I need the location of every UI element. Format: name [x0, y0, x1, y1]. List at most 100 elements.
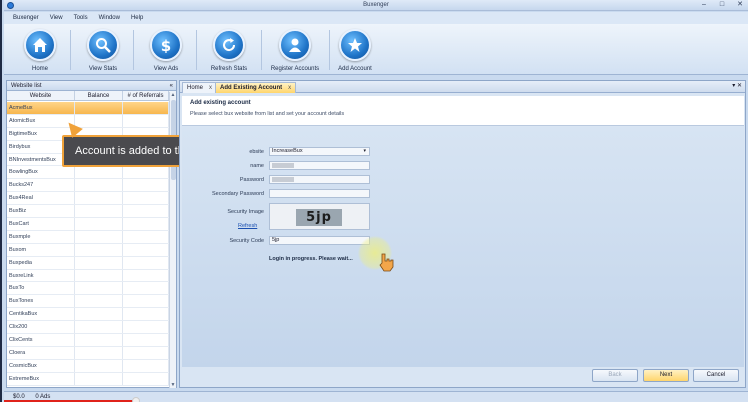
view-stats-button[interactable]: View Stats — [75, 27, 131, 73]
website-row-item[interactable]: Cloera — [7, 346, 169, 360]
referrals-cell — [123, 256, 169, 269]
view-stats-label: View Stats — [88, 66, 118, 72]
referrals-cell — [123, 372, 169, 385]
secondary-password-label: Secondary Password — [212, 191, 264, 197]
menu-help[interactable]: Help — [131, 15, 143, 21]
status-bar: $0.0 0 Ads — [4, 391, 748, 402]
menu-view[interactable]: View — [50, 15, 63, 21]
website-row-item[interactable]: Bux4Real — [7, 192, 169, 206]
website-row-item[interactable]: BuxCart — [7, 218, 169, 231]
security-code-field[interactable]: 5jp — [269, 236, 370, 245]
website-list-title: Website list « — [7, 81, 176, 91]
cancel-button[interactable]: Cancel — [693, 369, 739, 382]
website-row-item[interactable]: Clix200 — [7, 321, 169, 335]
website-row-item[interactable]: CentikaBux — [7, 308, 169, 322]
website-name-cell: Clix200 — [7, 321, 75, 334]
website-row-item[interactable]: BuxTo — [7, 282, 169, 296]
blurred-value — [272, 177, 294, 182]
toolbar-separator — [133, 30, 134, 70]
toolbar: Home View Stats $ View Ads Refresh Stats… — [4, 24, 748, 75]
home-icon — [33, 38, 47, 52]
maximize-icon[interactable]: □ — [718, 1, 726, 9]
website-grid-header: Website Balance # of Referrals — [7, 91, 176, 101]
toolbar-separator — [261, 30, 262, 70]
balance-cell — [75, 179, 123, 192]
website-row-item[interactable]: BuxBiz — [7, 205, 169, 219]
scroll-up-icon[interactable]: ▲ — [170, 92, 176, 98]
balance-cell — [75, 256, 123, 269]
tab-home[interactable]: Home x — [182, 82, 218, 93]
view-ads-label: View Ads — [153, 66, 179, 72]
hand-cursor-icon — [379, 253, 394, 272]
window-title: Buxenger — [363, 2, 389, 8]
refresh-stats-button[interactable]: Refresh Stats — [201, 27, 257, 73]
website-row-item[interactable]: Buxpedia — [7, 256, 169, 270]
tab-controls[interactable]: ▾ ✕ — [732, 82, 742, 89]
balance-cell — [75, 346, 123, 359]
add-account-button[interactable]: Add Account — [327, 27, 383, 73]
column-balance[interactable]: Balance — [75, 91, 123, 100]
website-row-item[interactable]: ClixCents — [7, 334, 169, 347]
toolbar-separator — [70, 30, 71, 70]
website-row-item[interactable]: BuxreLink — [7, 269, 169, 283]
website-row-item[interactable]: AtomicBux — [7, 114, 169, 128]
website-row-item[interactable]: Bucks247 — [7, 179, 169, 193]
register-accounts-button[interactable]: Register Accounts — [264, 27, 326, 73]
website-row-item[interactable]: Buxmple — [7, 230, 169, 244]
website-select[interactable]: IncreaseBux ▾ — [269, 147, 370, 156]
next-button[interactable]: Next — [643, 369, 689, 382]
video-progress-handle[interactable] — [132, 397, 140, 402]
tab-add-existing-label: Add Existing Account — [220, 85, 283, 91]
password-field[interactable] — [269, 175, 370, 184]
username-field[interactable] — [269, 161, 370, 170]
referrals-cell — [123, 179, 169, 192]
column-website[interactable]: Website — [7, 91, 75, 100]
referrals-cell — [123, 102, 169, 114]
home-button-label: Home — [31, 66, 48, 72]
balance-cell — [75, 269, 123, 282]
scroll-down-icon[interactable]: ▼ — [170, 382, 176, 388]
home-button[interactable]: Home — [12, 27, 68, 73]
back-button[interactable]: Back — [592, 369, 638, 382]
tab-add-existing-account[interactable]: Add Existing Account x — [215, 82, 297, 93]
referrals-cell — [123, 192, 169, 205]
referrals-cell — [123, 295, 169, 308]
website-name-cell: BowlingBux — [7, 166, 75, 179]
website-row-item[interactable]: ExtremeBux — [7, 372, 169, 386]
username-row: name — [182, 161, 382, 171]
website-row-item[interactable]: BuxTones — [7, 295, 169, 309]
website-name-cell: BuxTones — [7, 295, 75, 308]
website-name-cell: Buxpedia — [7, 256, 75, 269]
website-row-item[interactable]: AcmeBux — [7, 102, 169, 115]
refresh-stats-label: Refresh Stats — [210, 66, 248, 72]
close-icon[interactable]: ✕ — [736, 1, 744, 9]
tab-home-close-icon[interactable]: x — [209, 85, 212, 91]
website-row-item[interactable]: CosmicBux — [7, 359, 169, 373]
menu-buxenger[interactable]: Buxenger — [13, 15, 39, 21]
column-referrals[interactable]: # of Referrals — [123, 91, 169, 100]
title-bar: Buxenger – □ ✕ — [4, 0, 748, 11]
website-name-cell: ExtremeBux — [7, 372, 75, 385]
menu-window[interactable]: Window — [99, 15, 120, 21]
website-row-item[interactable]: Buxom — [7, 243, 169, 257]
referrals-cell — [123, 321, 169, 334]
captcha-image: 5jp — [296, 209, 342, 226]
referrals-cell — [123, 359, 169, 372]
password-label: Password — [239, 177, 264, 183]
register-accounts-label: Register Accounts — [270, 66, 320, 72]
website-row-item[interactable]: BowlingBux — [7, 166, 169, 180]
website-name-cell: Buxmple — [7, 230, 75, 243]
toolbar-separator — [196, 30, 197, 70]
captcha-box: 5jp — [269, 203, 370, 230]
collapse-icon[interactable]: « — [170, 81, 173, 91]
wizard-title: Add existing account — [190, 100, 251, 106]
minimize-icon[interactable]: – — [700, 1, 708, 9]
view-ads-button[interactable]: $ View Ads — [138, 27, 194, 73]
captcha-refresh-link[interactable]: Refresh — [238, 223, 257, 229]
tab-home-label: Home — [187, 85, 204, 91]
balance-cell — [75, 372, 123, 385]
add-account-label: Add Account — [338, 66, 372, 72]
tab-add-existing-close-icon[interactable]: x — [288, 85, 291, 91]
menu-tools[interactable]: Tools — [74, 15, 88, 21]
secondary-password-field[interactable] — [269, 189, 370, 198]
